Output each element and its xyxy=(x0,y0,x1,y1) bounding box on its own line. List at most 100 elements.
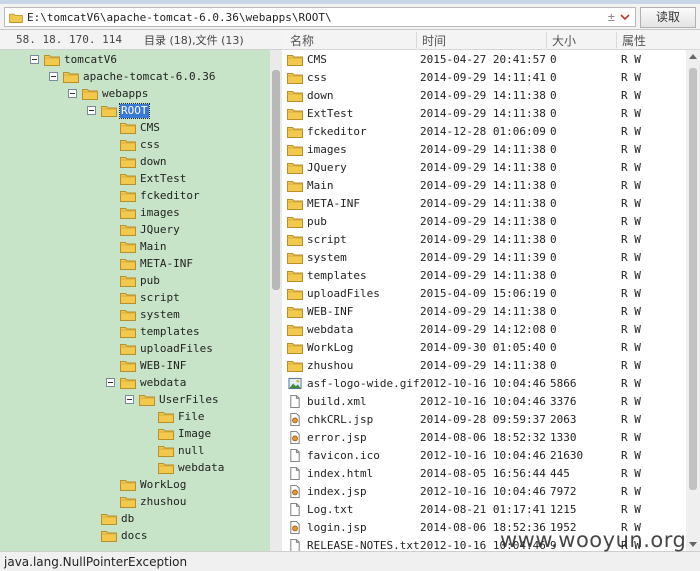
file-row[interactable]: Main 2014-09-29 14:11:38 0 R W xyxy=(282,177,686,195)
collapse-toggle-icon[interactable] xyxy=(87,106,96,115)
file-row[interactable]: script 2014-09-29 14:11:38 0 R W xyxy=(282,231,686,249)
tree-node-label[interactable]: File xyxy=(177,410,206,424)
file-row[interactable]: fckeditor 2014-12-28 01:06:09 0 R W xyxy=(282,123,686,141)
tree-node-label[interactable]: templates xyxy=(139,325,201,339)
file-row[interactable]: JQuery 2014-09-29 14:11:38 0 R W xyxy=(282,159,686,177)
scroll-up-icon[interactable] xyxy=(689,54,697,59)
tree-node[interactable]: pub xyxy=(0,273,268,290)
tree-node-label[interactable]: webdata xyxy=(139,376,187,390)
scroll-down-icon[interactable] xyxy=(689,542,697,547)
pin-icon[interactable]: ± xyxy=(608,10,615,24)
tree-node[interactable]: apache-tomcat-6.0.36 xyxy=(0,69,268,86)
tree-node[interactable]: ExtTest xyxy=(0,171,268,188)
tree-node[interactable]: webdata xyxy=(0,375,268,392)
tree-node-label[interactable]: zhushou xyxy=(139,495,187,509)
column-name[interactable]: 名称 xyxy=(290,32,314,49)
tree-node[interactable]: images xyxy=(0,205,268,222)
file-row[interactable]: chkCRL.jsp 2014-09-28 09:59:37 2063 R W xyxy=(282,411,686,429)
tree-node[interactable]: UserFiles xyxy=(0,392,268,409)
file-row[interactable]: favicon.ico 2012-10-16 10:04:46 21630 R W xyxy=(282,447,686,465)
file-row[interactable]: CMS 2015-04-27 20:41:57 0 R W xyxy=(282,51,686,69)
file-row[interactable]: META-INF 2014-09-29 14:11:38 0 R W xyxy=(282,195,686,213)
tree-node[interactable]: webdata xyxy=(0,460,268,477)
file-row[interactable]: WorkLog 2014-09-30 01:05:40 0 R W xyxy=(282,339,686,357)
file-row[interactable]: ExtTest 2014-09-29 14:11:38 0 R W xyxy=(282,105,686,123)
tree-node[interactable]: zhushou xyxy=(0,494,268,511)
tree-node[interactable]: webapps xyxy=(0,86,268,103)
path-input[interactable]: E:\tomcatV6\apache-tomcat-6.0.36\webapps… xyxy=(4,7,636,27)
file-row[interactable]: down 2014-09-29 14:11:38 0 R W xyxy=(282,87,686,105)
tree-node[interactable]: ROOT xyxy=(0,103,268,120)
collapse-toggle-icon[interactable] xyxy=(49,72,58,81)
tree-node[interactable]: script xyxy=(0,290,268,307)
tree-node[interactable]: WEB-INF xyxy=(0,358,268,375)
file-list-scrollbar-thumb[interactable] xyxy=(689,68,697,490)
file-row[interactable]: index.html 2014-08-05 16:56:44 445 R W xyxy=(282,465,686,483)
tree-node[interactable]: JQuery xyxy=(0,222,268,239)
collapse-toggle-icon[interactable] xyxy=(30,55,39,64)
tree-node-label[interactable]: ROOT xyxy=(119,103,150,119)
file-row[interactable]: index.jsp 2012-10-16 10:04:46 7972 R W xyxy=(282,483,686,501)
file-row[interactable]: asf-logo-wide.gif 2012-10-16 10:04:46 5866… xyxy=(282,375,686,393)
tree-node-label[interactable]: Main xyxy=(139,240,168,254)
tree-node-label[interactable]: apache-tomcat-6.0.36 xyxy=(82,70,216,84)
tree-node-label[interactable]: pub xyxy=(139,274,161,288)
tree-node[interactable]: fckeditor xyxy=(0,188,268,205)
tree-node[interactable]: down xyxy=(0,154,268,171)
tree-node-label[interactable]: webdata xyxy=(177,461,225,475)
tree-node-label[interactable]: fckeditor xyxy=(139,189,201,203)
column-size[interactable]: 大小 xyxy=(552,32,576,49)
column-divider[interactable] xyxy=(416,32,417,48)
file-row[interactable]: css 2014-09-29 14:11:41 0 R W xyxy=(282,69,686,87)
collapse-toggle-icon[interactable] xyxy=(125,395,134,404)
tree-node[interactable]: Image xyxy=(0,426,268,443)
column-attr[interactable]: 属性 xyxy=(622,32,646,49)
tree-node[interactable]: system xyxy=(0,307,268,324)
file-row[interactable]: system 2014-09-29 14:11:39 0 R W xyxy=(282,249,686,267)
tree-node[interactable]: css xyxy=(0,137,268,154)
file-row[interactable]: uploadFiles 2015-04-09 15:06:19 0 R W xyxy=(282,285,686,303)
tree-node-label[interactable]: CMS xyxy=(139,121,161,135)
column-divider[interactable] xyxy=(546,32,547,48)
tree-node[interactable]: CMS xyxy=(0,120,268,137)
file-row[interactable]: templates 2014-09-29 14:11:38 0 R W xyxy=(282,267,686,285)
file-list-scrollbar[interactable] xyxy=(686,50,700,551)
tree-node-label[interactable]: ExtTest xyxy=(139,172,187,186)
tree-node[interactable]: docs xyxy=(0,528,268,545)
tree-node-label[interactable]: tomcatV6 xyxy=(63,53,118,67)
tree-node[interactable]: db xyxy=(0,511,268,528)
tree-node-label[interactable]: down xyxy=(139,155,168,169)
tree-node[interactable]: META-INF xyxy=(0,256,268,273)
tree-node-label[interactable]: webapps xyxy=(101,87,149,101)
collapse-toggle-icon[interactable] xyxy=(68,89,77,98)
file-row[interactable]: build.xml 2012-10-16 10:04:46 3376 R W xyxy=(282,393,686,411)
tree-node-label[interactable]: db xyxy=(120,512,135,526)
file-row[interactable]: images 2014-09-29 14:11:38 0 R W xyxy=(282,141,686,159)
tree-node-label[interactable]: css xyxy=(139,138,161,152)
tree-node-label[interactable]: docs xyxy=(120,529,149,543)
file-row[interactable]: Log.txt 2014-08-21 01:17:41 1215 R W xyxy=(282,501,686,519)
tree-node-label[interactable]: Image xyxy=(177,427,212,441)
collapse-toggle-icon[interactable] xyxy=(106,378,115,387)
tree-node-label[interactable]: WEB-INF xyxy=(139,359,187,373)
file-row[interactable]: pub 2014-09-29 14:11:38 0 R W xyxy=(282,213,686,231)
tree-node[interactable]: uploadFiles xyxy=(0,341,268,358)
file-row[interactable]: WEB-INF 2014-09-29 14:11:38 0 R W xyxy=(282,303,686,321)
tree-node-label[interactable]: uploadFiles xyxy=(139,342,214,356)
column-divider[interactable] xyxy=(616,32,617,48)
tree-node-label[interactable]: WorkLog xyxy=(139,478,187,492)
tree-node[interactable]: File xyxy=(0,409,268,426)
chevron-down-icon[interactable] xyxy=(619,11,631,23)
file-row[interactable]: error.jsp 2014-08-06 18:52:32 1330 R W xyxy=(282,429,686,447)
column-time[interactable]: 时间 xyxy=(422,32,446,49)
tree-node-label[interactable]: META-INF xyxy=(139,257,194,271)
file-row[interactable]: webdata 2014-09-29 14:12:08 0 R W xyxy=(282,321,686,339)
tree-node[interactable]: templates xyxy=(0,324,268,341)
tree-node-label[interactable]: JQuery xyxy=(139,223,181,237)
tree-node[interactable]: tomcatV6 xyxy=(0,52,268,69)
tree-node[interactable]: WorkLog xyxy=(0,477,268,494)
tree-node[interactable]: null xyxy=(0,443,268,460)
read-button[interactable]: 读取 xyxy=(640,7,696,28)
tree-node[interactable]: Main xyxy=(0,239,268,256)
tree-node-label[interactable]: images xyxy=(139,206,181,220)
